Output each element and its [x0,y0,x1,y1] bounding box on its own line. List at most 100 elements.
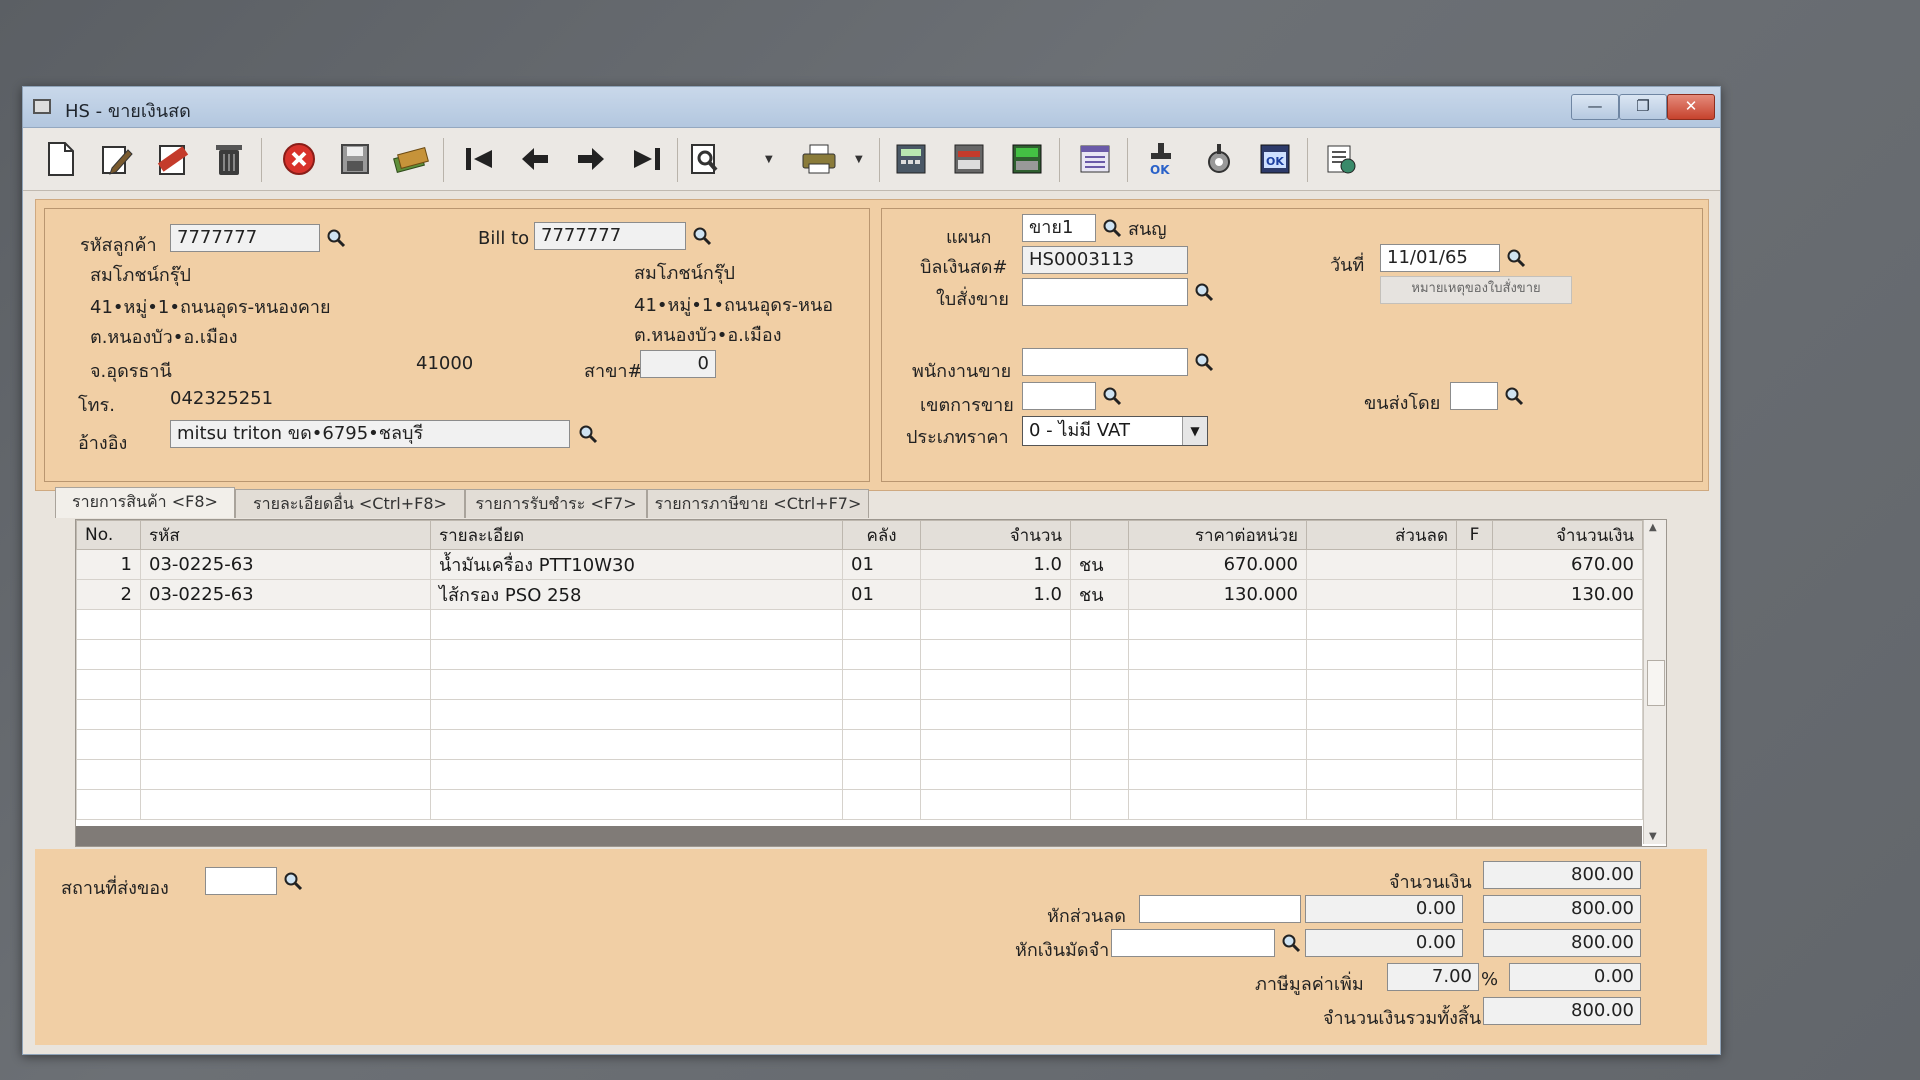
cell-unit[interactable]: ชน [1070,549,1129,580]
cell-discount[interactable] [1306,579,1457,610]
document-list-icon[interactable] [1075,139,1115,179]
col-warehouse[interactable]: คลัง [842,520,921,550]
empty-row[interactable] [76,609,1643,640]
col-amount[interactable]: จำนวนเงิน [1492,520,1643,550]
cell-flag[interactable] [1456,579,1493,610]
reference-input[interactable]: mitsu triton ขด•6795•ชลบุรี [170,420,570,448]
col-unit-price[interactable]: ราคาต่อหน่วย [1128,520,1307,550]
tab-sales-tax[interactable]: รายการภาษีขาย <Ctrl+F7> [647,489,869,518]
cell-discount[interactable] [1306,549,1457,580]
last-record-icon[interactable] [627,139,667,179]
previous-record-icon[interactable] [515,139,555,179]
price-type-select[interactable]: 0 - ไม่มี VAT ▼ [1022,416,1208,446]
sum-icon[interactable] [1007,139,1047,179]
empty-row[interactable] [76,669,1643,700]
search-doc-icon[interactable] [685,139,725,179]
reference-search-icon[interactable] [576,421,600,447]
horizontal-scrollbar[interactable] [76,826,1642,846]
col-code[interactable]: รหัส [140,520,431,550]
settings-icon[interactable] [1321,139,1361,179]
items-grid[interactable]: No. รหัส รายละเอียด คลัง จำนวน ราคาต่อหน… [75,519,1667,847]
cell-no[interactable]: 1 [76,549,141,580]
vertical-scrollbar[interactable]: ▲ ▼ [1643,520,1666,844]
empty-row[interactable] [76,759,1643,790]
check-ok-icon[interactable]: OK [1255,139,1295,179]
delivery-place-input[interactable] [205,867,277,895]
customer-search-icon[interactable] [324,225,348,251]
close-button[interactable]: ✕ [1667,94,1715,120]
branch-input[interactable]: 0 [640,350,716,378]
print-icon[interactable] [799,139,839,179]
tools-icon[interactable] [1199,139,1239,179]
deposit-input[interactable]: 0.00 [1305,929,1463,957]
cell-code[interactable]: 03-0225-63 [140,549,431,580]
tab-payments[interactable]: รายการรับชำระ <F7> [465,489,647,518]
cash-bill-input[interactable]: HS0003113 [1022,246,1188,274]
cell-warehouse[interactable]: 01 [842,549,921,580]
billto-search-icon[interactable] [690,223,714,249]
scroll-down-icon[interactable]: ▼ [1649,831,1657,842]
sales-area-search-icon[interactable] [1100,383,1124,409]
first-record-icon[interactable] [459,139,499,179]
print-dropdown-icon[interactable]: ▼ [855,154,863,165]
cell-amount[interactable]: 130.00 [1492,579,1643,610]
save-icon[interactable] [335,139,375,179]
empty-row[interactable] [76,699,1643,730]
cell-unit-price[interactable]: 130.000 [1128,579,1307,610]
cell-unit-price[interactable]: 670.000 [1128,549,1307,580]
maximize-button[interactable]: ❐ [1619,94,1667,120]
cancel-icon[interactable] [279,139,319,179]
calculator-icon[interactable] [891,139,931,179]
cell-unit[interactable]: ชน [1070,579,1129,610]
discount-text-input[interactable] [1139,895,1301,923]
approve-ok-icon[interactable]: OK [1141,139,1181,179]
money-icon[interactable] [391,139,431,179]
order-note-button[interactable]: หมายเหตุของใบสั่งขาย [1380,276,1572,304]
cell-description[interactable]: น้ำมันเครื่อง PTT10W30 [430,549,843,580]
date-picker-icon[interactable] [1504,245,1528,271]
shipping-search-icon[interactable] [1502,383,1526,409]
sales-order-search-icon[interactable] [1192,279,1216,305]
col-description[interactable]: รายละเอียด [430,520,843,550]
date-input[interactable]: 11/01/65 [1380,244,1500,272]
customer-code-input[interactable]: 7777777 [170,224,320,252]
salesman-input[interactable] [1022,348,1188,376]
sales-order-input[interactable] [1022,278,1188,306]
cell-flag[interactable] [1456,549,1493,580]
empty-row[interactable] [76,729,1643,760]
department-search-icon[interactable] [1100,215,1124,241]
vat-rate-input[interactable]: 7.00 [1387,963,1479,991]
delete-bin-icon[interactable] [209,139,249,179]
cell-amount[interactable]: 670.00 [1492,549,1643,580]
salesman-search-icon[interactable] [1192,349,1216,375]
table-row[interactable]: 1 03-0225-63 น้ำมันเครื่อง PTT10W30 01 1… [76,549,1643,580]
empty-row[interactable] [76,789,1643,820]
cell-warehouse[interactable]: 01 [842,579,921,610]
col-quantity[interactable]: จำนวน [920,520,1071,550]
col-flag[interactable]: F [1456,520,1493,550]
new-doc-icon[interactable] [41,139,81,179]
edit-icon[interactable] [97,139,137,179]
department-input[interactable]: ขาย1 [1022,214,1096,242]
scroll-thumb[interactable] [1647,660,1665,706]
sales-area-input[interactable] [1022,382,1096,410]
delivery-search-icon[interactable] [281,868,305,894]
next-record-icon[interactable] [571,139,611,179]
void-icon[interactable] [153,139,193,179]
shipping-input[interactable] [1450,382,1498,410]
empty-row[interactable] [76,639,1643,670]
billto-code-input[interactable]: 7777777 [534,222,686,250]
search-dropdown-icon[interactable]: ▼ [765,154,773,165]
scroll-up-icon[interactable]: ▲ [1649,522,1657,533]
cell-quantity[interactable]: 1.0 [920,579,1071,610]
col-discount[interactable]: ส่วนลด [1306,520,1457,550]
tab-items[interactable]: รายการสินค้า <F8> [55,487,235,518]
tab-other-details[interactable]: รายละเอียดอื่น <Ctrl+F8> [235,489,465,518]
col-unit[interactable] [1070,520,1129,550]
cell-code[interactable]: 03-0225-63 [140,579,431,610]
deposit-search-icon[interactable] [1279,930,1303,956]
table-row[interactable]: 2 03-0225-63 ไส้กรอง PSO 258 01 1.0 ชน 1… [76,579,1643,610]
report-icon[interactable] [949,139,989,179]
deposit-text-input[interactable] [1111,929,1275,957]
chevron-down-icon[interactable]: ▼ [1182,417,1207,445]
